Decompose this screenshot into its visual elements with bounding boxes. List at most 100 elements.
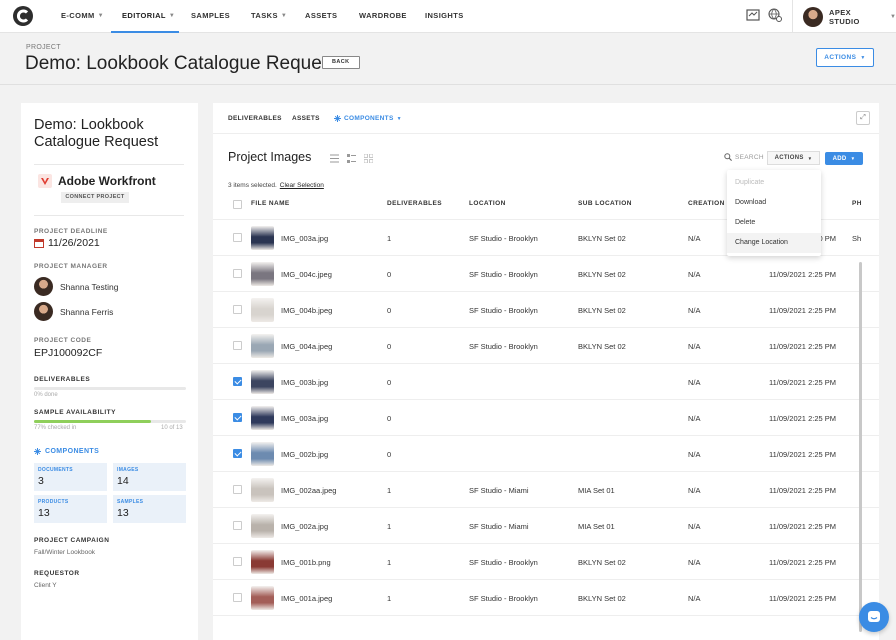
nav-item-editorial[interactable]: EDITORIAL ▼ bbox=[122, 11, 175, 20]
select-all-checkbox[interactable] bbox=[233, 200, 242, 209]
component-card-images[interactable]: IMAGES 14 bbox=[113, 463, 186, 491]
table-row[interactable]: IMG_002b.jpg 0 N/A 11/09/2021 2:25 PM bbox=[213, 436, 879, 472]
list-view-icon[interactable] bbox=[330, 154, 339, 163]
row-checkbox[interactable] bbox=[233, 269, 242, 278]
row-checkbox[interactable] bbox=[233, 521, 242, 530]
tab-assets[interactable]: ASSETS bbox=[292, 115, 320, 122]
image-thumbnail[interactable] bbox=[251, 262, 274, 286]
modified-date-cell: 11/09/2021 2:25 PM bbox=[769, 594, 836, 603]
image-thumbnail[interactable] bbox=[251, 478, 274, 502]
workfront-name: Adobe Workfront bbox=[58, 174, 156, 188]
table-row[interactable]: IMG_002a.jpg 1 SF Studio - Miami MIA Set 01… bbox=[213, 508, 879, 544]
image-thumbnail[interactable] bbox=[251, 586, 274, 610]
mail-icon[interactable] bbox=[746, 8, 760, 22]
add-label: ADD bbox=[832, 155, 847, 162]
menu-item-change-location[interactable]: Change Location bbox=[727, 233, 821, 253]
row-checkbox[interactable] bbox=[233, 305, 242, 314]
table-row[interactable]: IMG_004a.jpeg 0 SF Studio - Brooklyn BKLYN … bbox=[213, 328, 879, 364]
add-button[interactable]: ADD ▼ bbox=[825, 152, 863, 165]
table-row[interactable]: IMG_004c.jpeg 0 SF Studio - Brooklyn BKLYN … bbox=[213, 256, 879, 292]
table-row[interactable]: IMG_001a.jpeg 1 SF Studio - Brooklyn BKLYN … bbox=[213, 580, 879, 616]
row-checkbox[interactable] bbox=[233, 341, 242, 350]
image-thumbnail[interactable] bbox=[251, 226, 274, 250]
connect-project-button[interactable]: CONNECT PROJECT bbox=[61, 192, 129, 203]
nav-item-e-comm[interactable]: E-COMM ▼ bbox=[61, 11, 104, 20]
modified-date-cell: 11/09/2021 2:25 PM bbox=[769, 342, 836, 351]
row-checkbox[interactable] bbox=[233, 377, 242, 386]
components-label: COMPONENTS bbox=[45, 448, 100, 455]
user-name: APEX STUDIO bbox=[829, 7, 860, 26]
column-header-photographer[interactable]: PH bbox=[852, 200, 862, 207]
component-card-documents[interactable]: DOCUMENTS 3 bbox=[34, 463, 107, 491]
row-checkbox[interactable] bbox=[233, 413, 242, 422]
globe-settings-icon[interactable] bbox=[768, 8, 782, 22]
sub-location-cell: MIA Set 01 bbox=[578, 522, 615, 531]
row-checkbox[interactable] bbox=[233, 557, 242, 566]
creation-date-cell: N/A bbox=[688, 558, 701, 567]
component-value: 13 bbox=[38, 507, 50, 519]
page-actions-button[interactable]: ACTIONS ▼ bbox=[816, 48, 874, 67]
user-menu[interactable]: APEX STUDIO ▼ bbox=[792, 0, 896, 33]
nav-item-assets[interactable]: ASSETS bbox=[305, 11, 337, 20]
clear-selection-link[interactable]: Clear Selection bbox=[280, 182, 324, 189]
nav-item-samples[interactable]: SAMPLES bbox=[191, 11, 230, 20]
chat-button[interactable] bbox=[859, 602, 889, 632]
back-button[interactable]: BACK bbox=[322, 56, 360, 69]
tab-deliverables[interactable]: DELIVERABLES bbox=[228, 115, 282, 122]
image-thumbnail[interactable] bbox=[251, 298, 274, 322]
app-logo-icon[interactable] bbox=[12, 5, 34, 27]
row-checkbox[interactable] bbox=[233, 233, 242, 242]
nav-item-tasks[interactable]: TASKS ▼ bbox=[251, 11, 287, 20]
table-row[interactable]: IMG_003b.jpg 0 N/A 11/09/2021 2:25 PM bbox=[213, 364, 879, 400]
page-actions-label: ACTIONS bbox=[824, 54, 857, 61]
manager-row[interactable]: Shanna Testing bbox=[34, 277, 118, 296]
image-thumbnail[interactable] bbox=[251, 442, 274, 466]
row-checkbox[interactable] bbox=[233, 449, 242, 458]
menu-item-delete[interactable]: Delete bbox=[727, 213, 821, 233]
table-row[interactable]: IMG_003a.jpg 0 N/A 11/09/2021 2:25 PM bbox=[213, 400, 879, 436]
row-checkbox[interactable] bbox=[233, 485, 242, 494]
search-label: SEARCH bbox=[735, 153, 764, 161]
manager-label: PROJECT MANAGER bbox=[34, 263, 108, 270]
component-card-products[interactable]: PRODUCTS 13 bbox=[34, 495, 107, 523]
tab-components[interactable]: COMPONENTS ▼ bbox=[334, 115, 402, 122]
image-thumbnail[interactable] bbox=[251, 550, 274, 574]
nav-item-label: ASSETS bbox=[305, 11, 338, 20]
table-row[interactable]: IMG_001b.png 1 SF Studio - Brooklyn BKLYN S… bbox=[213, 544, 879, 580]
selection-info: 3 items selected. Clear Selection bbox=[228, 182, 324, 189]
column-header-deliverables[interactable]: DELIVERABLES bbox=[387, 200, 442, 207]
manager-row[interactable]: Shanna Ferris bbox=[34, 302, 113, 321]
column-header-file-name[interactable]: FILE NAME bbox=[251, 200, 290, 207]
nav-item-wardrobe[interactable]: WARDROBE bbox=[359, 11, 407, 20]
creation-date-cell: N/A bbox=[688, 594, 701, 603]
modified-date-cell: 11/09/2021 2:25 PM bbox=[769, 306, 836, 315]
expand-icon[interactable]: ⤢ bbox=[856, 111, 870, 125]
nav-active-indicator bbox=[111, 31, 179, 33]
image-thumbnail[interactable] bbox=[251, 334, 274, 358]
grid-view-icon[interactable] bbox=[364, 154, 373, 163]
deliverables-cell: 1 bbox=[387, 558, 392, 567]
location-cell: SF Studio - Miami bbox=[469, 486, 529, 495]
component-card-samples[interactable]: SAMPLES 13 bbox=[113, 495, 186, 523]
file-name-cell: IMG_004a.jpeg bbox=[281, 342, 333, 351]
image-thumbnail[interactable] bbox=[251, 514, 274, 538]
search-button[interactable]: SEARCH bbox=[724, 153, 764, 161]
detail-view-icon[interactable] bbox=[347, 154, 356, 163]
deliverables-progress bbox=[34, 387, 186, 390]
column-header-location[interactable]: LOCATION bbox=[469, 200, 506, 207]
image-thumbnail[interactable] bbox=[251, 406, 274, 430]
table-actions-button[interactable]: ACTIONS ▼ bbox=[767, 151, 820, 165]
table-scrollbar[interactable] bbox=[859, 262, 862, 632]
nav-item-insights[interactable]: INSIGHTS bbox=[425, 11, 464, 20]
column-header-creation-date[interactable]: CREATION D bbox=[688, 200, 732, 207]
sample-count: 10 of 13 bbox=[161, 425, 183, 431]
column-header-sub-location[interactable]: SUB LOCATION bbox=[578, 200, 632, 207]
deliverables-label: DELIVERABLES bbox=[34, 376, 91, 383]
sample-status: 77% checked in bbox=[34, 425, 77, 431]
row-checkbox[interactable] bbox=[233, 593, 242, 602]
menu-item-duplicate[interactable]: Duplicate bbox=[727, 173, 821, 193]
table-row[interactable]: IMG_004b.jpeg 0 SF Studio - Brooklyn BKLYN … bbox=[213, 292, 879, 328]
image-thumbnail[interactable] bbox=[251, 370, 274, 394]
table-row[interactable]: IMG_002aa.jpeg 1 SF Studio - Miami MIA Set … bbox=[213, 472, 879, 508]
menu-item-download[interactable]: Download bbox=[727, 193, 821, 213]
